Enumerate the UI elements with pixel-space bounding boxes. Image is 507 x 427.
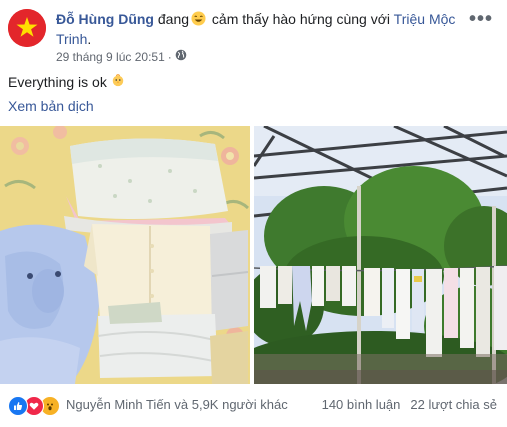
reactors-summary[interactable]: Nguyễn Minh Tiến và 5,9K người khác	[66, 397, 288, 412]
post-footer: Nguyễn Minh Tiến và 5,9K người khác 140 …	[0, 385, 507, 427]
reaction-icons[interactable]	[8, 396, 60, 416]
post-body: Everything is ok	[8, 73, 125, 90]
tagged-suffix: .	[87, 31, 92, 47]
meta-separator: ·	[167, 49, 172, 64]
comments-count[interactable]: 140 bình luận	[322, 397, 401, 412]
post-options-button[interactable]: •••	[469, 8, 493, 31]
engagement-counts: 140 bình luận 22 lượt chia sẻ	[322, 397, 497, 412]
post-header: Đỗ Hùng Dũng đang cảm thấy hào hứng cùng…	[0, 0, 507, 70]
author-name[interactable]: Đỗ Hùng Dũng	[56, 11, 154, 27]
avatar[interactable]	[8, 9, 46, 47]
post-meta: 29 tháng 9 lúc 20:51 ·	[56, 49, 187, 64]
post-message: Everything is ok	[8, 73, 107, 90]
globe-icon[interactable]	[175, 49, 187, 64]
post-headline: Đỗ Hùng Dũng đang cảm thấy hào hứng cùng…	[56, 9, 456, 49]
like-icon	[8, 396, 28, 416]
laundry-drying-photo[interactable]	[254, 126, 507, 384]
feeling-prefix: đang	[157, 11, 190, 27]
vietnam-flag-avatar-icon	[8, 9, 46, 47]
baby-clothes-pile-photo[interactable]	[0, 126, 250, 384]
feeling-text: cảm thấy hào hứng cùng với	[211, 11, 391, 27]
see-translation-link[interactable]: Xem bản dịch	[8, 98, 94, 114]
baby-chick-emoji-icon	[111, 73, 125, 90]
post-timestamp[interactable]: 29 tháng 9 lúc 20:51	[56, 50, 165, 64]
excited-emoji-icon	[191, 11, 206, 26]
shares-count[interactable]: 22 lượt chia sẻ	[410, 397, 497, 412]
